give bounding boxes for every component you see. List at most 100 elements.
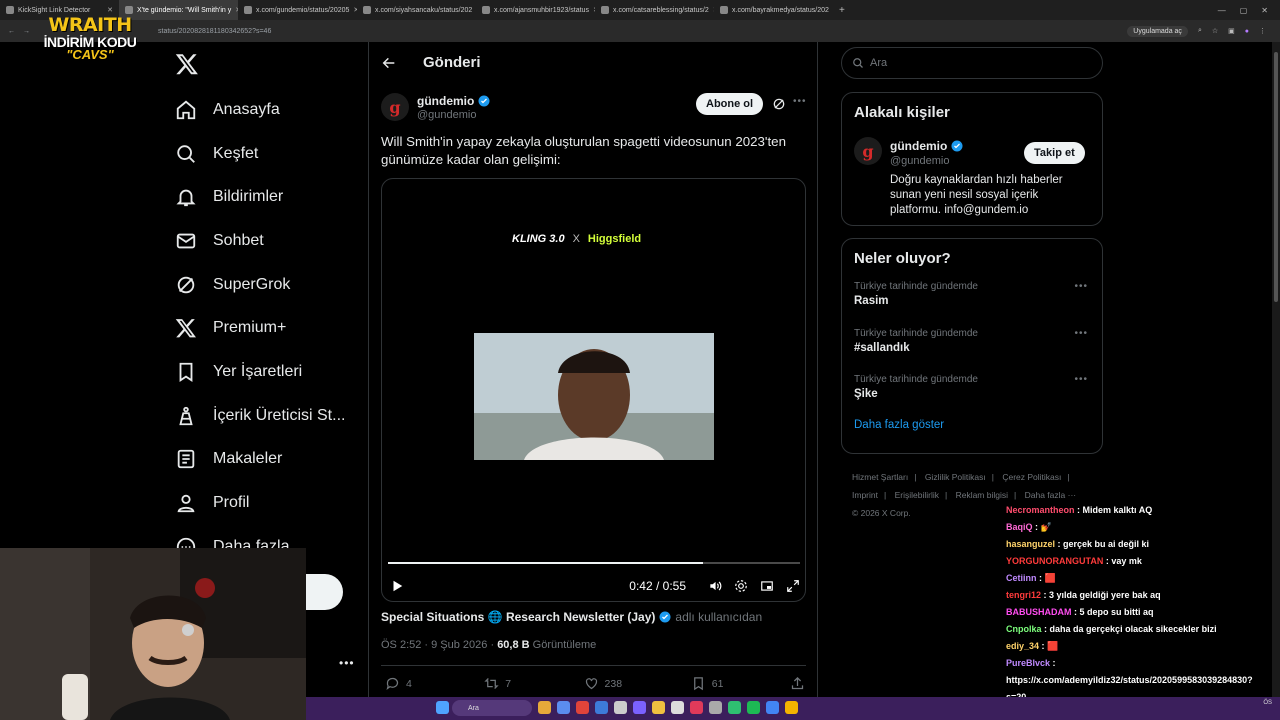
footer-link[interactable]: Reklam bilgisi xyxy=(956,490,1008,500)
chat-username[interactable]: BaqiQ xyxy=(1006,522,1033,532)
taskbar-app-icon[interactable] xyxy=(614,701,627,714)
back-icon[interactable]: ← xyxy=(8,28,15,35)
chat-username[interactable]: ediy_34 xyxy=(1006,641,1039,651)
browser-tab[interactable]: x.com/bayrakmedya/status/202✕ xyxy=(714,0,833,20)
settings-gear-icon[interactable] xyxy=(734,579,748,593)
footer-link[interactable]: Çerez Politikası xyxy=(1002,472,1061,482)
author-name[interactable]: gündemio xyxy=(417,94,474,108)
taskbar-app-icon[interactable] xyxy=(709,701,722,714)
taskbar-app-icon[interactable] xyxy=(747,701,760,714)
grok-explain-icon[interactable] xyxy=(772,97,786,111)
chat-username[interactable]: BABUSHADAM xyxy=(1006,607,1072,617)
sidebar-item-supergrok[interactable]: SuperGrok xyxy=(175,263,345,307)
play-icon[interactable] xyxy=(390,579,404,593)
browser-tab[interactable]: x.com/catsareblessing/status/2✕ xyxy=(595,0,714,20)
sidebar-item-messages[interactable]: Sohbet xyxy=(175,219,345,263)
trend-more-icon[interactable]: ••• xyxy=(1074,328,1088,339)
close-window-icon[interactable]: ✕ xyxy=(1261,6,1268,15)
footer-link[interactable]: Gizlilik Politikası xyxy=(925,472,986,482)
related-user-handle[interactable]: @gundemio xyxy=(890,155,949,167)
source-account-name[interactable]: Special Situations 🌐 Research Newsletter… xyxy=(381,610,655,624)
video-frame[interactable] xyxy=(474,333,714,460)
search-input[interactable]: Ara xyxy=(841,47,1103,79)
zoom-icon[interactable]: ⌕ xyxy=(1198,27,1202,35)
footer-link[interactable]: Hizmet Şartları xyxy=(852,472,908,482)
scrollbar-thumb[interactable] xyxy=(1274,52,1278,302)
taskbar-app-icon[interactable] xyxy=(785,701,798,714)
chat-username[interactable]: Cetiinn xyxy=(1006,573,1037,583)
browser-tab[interactable]: x.com/gundemio/status/20205 ✕ xyxy=(238,0,357,20)
subscribe-button[interactable]: Abone ol xyxy=(696,93,764,115)
avatar[interactable]: g xyxy=(381,93,409,121)
taskbar-app-icon[interactable] xyxy=(557,701,570,714)
taskbar-app-icon[interactable] xyxy=(595,701,608,714)
author-handle[interactable]: @gundemio xyxy=(417,109,490,121)
trend-more-icon[interactable]: ••• xyxy=(1074,374,1088,385)
sidebar-item-profile[interactable]: Profil xyxy=(175,481,345,525)
new-tab-button[interactable]: + xyxy=(833,5,851,16)
trend-more-icon[interactable]: ••• xyxy=(1074,281,1088,292)
taskbar-search[interactable]: Ara xyxy=(452,700,532,716)
footer-link[interactable]: Erişilebilirlik xyxy=(895,490,939,500)
post-more-icon[interactable]: ••• xyxy=(793,96,807,107)
footer-link[interactable]: Imprint xyxy=(852,490,878,500)
star-icon[interactable]: ☆ xyxy=(1212,27,1218,35)
sidebar-item-home[interactable]: Anasayfa xyxy=(175,88,345,132)
follow-button[interactable]: Takip et xyxy=(1024,142,1085,164)
avatar[interactable]: g xyxy=(854,137,882,165)
video-progress-bar[interactable] xyxy=(388,562,800,564)
windows-start-icon[interactable] xyxy=(436,701,449,714)
trend-item[interactable]: Türkiye tarihinde gündemde Şike ••• xyxy=(842,370,1102,417)
open-in-app-button[interactable]: Uygulamada aç xyxy=(1127,25,1188,37)
sidebar-item-explore[interactable]: Keşfet xyxy=(175,132,345,176)
bookmark-button[interactable]: 61 xyxy=(691,676,790,691)
maximize-icon[interactable]: ▢ xyxy=(1240,6,1248,15)
trend-item[interactable]: Türkiye tarihinde gündemde #sallandık ••… xyxy=(842,324,1102,371)
share-button[interactable] xyxy=(790,676,805,691)
sidebar-item-premium[interactable]: Premium+ xyxy=(175,306,345,350)
chat-username[interactable]: tengri12 xyxy=(1006,590,1041,600)
close-tab-icon[interactable]: ✕ xyxy=(107,6,113,14)
taskbar-app-icon[interactable] xyxy=(728,701,741,714)
post-timestamp[interactable]: ÖS 2:52 · 9 Şub 2026 · xyxy=(381,639,497,651)
chat-username[interactable]: PureBlvck xyxy=(1006,658,1050,668)
chat-username[interactable]: Cnpolka xyxy=(1006,624,1042,634)
minimize-icon[interactable]: — xyxy=(1218,6,1226,15)
show-more-link[interactable]: Daha fazla göster xyxy=(842,417,1102,431)
chat-username[interactable]: hasanguzel xyxy=(1006,539,1055,549)
footer-link[interactable]: Daha fazla ··· xyxy=(1025,490,1077,500)
like-button[interactable]: 238 xyxy=(584,676,691,691)
taskbar-app-icon[interactable] xyxy=(671,701,684,714)
video-source-attribution[interactable]: Special Situations 🌐 Research Newsletter… xyxy=(381,610,762,624)
volume-icon[interactable] xyxy=(708,579,722,593)
account-more-icon[interactable]: ••• xyxy=(339,656,355,670)
menu-icon[interactable]: ⋮ xyxy=(1259,27,1266,35)
repost-button[interactable]: 7 xyxy=(484,676,583,691)
back-arrow-icon[interactable] xyxy=(381,55,397,71)
related-user-name[interactable]: gündemio xyxy=(890,139,963,153)
post-button[interactable] xyxy=(306,574,343,610)
page-scrollbar[interactable] xyxy=(1272,42,1280,697)
sidebar-item-articles[interactable]: Makaleler xyxy=(175,438,345,482)
taskbar-app-icon[interactable] xyxy=(633,701,646,714)
browser-tab[interactable]: x.com/siyahsancaku/status/202✕ xyxy=(357,0,476,20)
picture-in-picture-icon[interactable] xyxy=(760,579,774,593)
sidebar-item-bookmarks[interactable]: Yer İşaretleri xyxy=(175,350,345,394)
browser-tab[interactable]: x.com/ajansmuhbir1923/status✕ xyxy=(476,0,595,20)
fullscreen-icon[interactable] xyxy=(786,579,800,593)
taskbar-app-icon[interactable] xyxy=(576,701,589,714)
video-player[interactable]: KLING 3.0 X Higgsfield 0:42 / 0:55 xyxy=(381,178,806,602)
sidebar-item-creator-studio[interactable]: İçerik Üreticisi St... xyxy=(175,394,345,438)
chat-username[interactable]: Necromantheon xyxy=(1006,505,1075,515)
profile-avatar-icon[interactable]: ● xyxy=(1245,28,1249,35)
url-field[interactable]: status/2020828181180342652?s=46 xyxy=(158,28,271,35)
sidebar-item-notifications[interactable]: Bildirimler xyxy=(175,175,345,219)
taskbar-app-icon[interactable] xyxy=(766,701,779,714)
taskbar-app-icon[interactable] xyxy=(652,701,665,714)
trend-item[interactable]: Türkiye tarihinde gündemde Rasim ••• xyxy=(842,277,1102,324)
forward-icon[interactable]: → xyxy=(23,28,30,35)
chat-username[interactable]: YORGUNORANGUTAN xyxy=(1006,556,1103,566)
post-author[interactable]: g gündemio @gundemio xyxy=(381,93,490,121)
reply-button[interactable]: 4 xyxy=(385,676,484,691)
taskbar-app-icon[interactable] xyxy=(538,701,551,714)
